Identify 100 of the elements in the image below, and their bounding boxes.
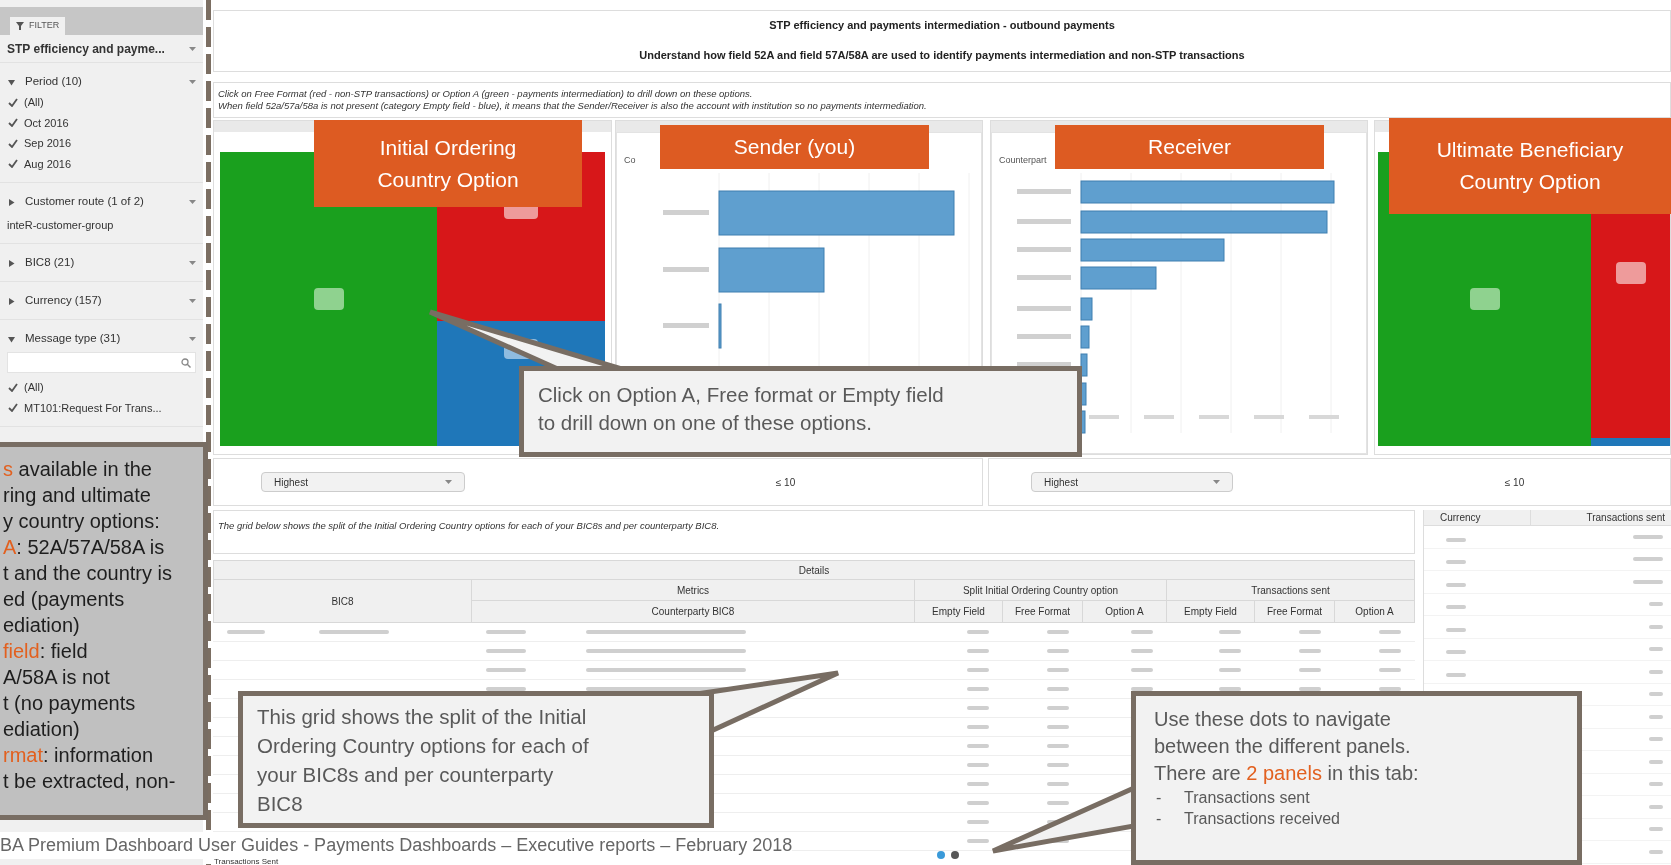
filter-title[interactable]: Period (10): [25, 73, 179, 91]
collapse-triangle-icon[interactable]: [8, 78, 15, 86]
blurred-text: [1379, 630, 1401, 634]
expand-triangle-icon[interactable]: [8, 297, 15, 305]
blurred-text: [313, 288, 344, 310]
blurred-label: [1199, 415, 1229, 419]
dropdown-caret-icon: [189, 299, 196, 303]
checkbox[interactable]: [7, 402, 18, 414]
chart-bar[interactable]: [718, 303, 722, 349]
blurred-text: [1219, 687, 1241, 691]
grid-info-box: The grid below shows the split of the Initial Ordering Country options for each of your BIC8s and per counterparty BIC8.: [213, 510, 1415, 554]
blurred-text: [1469, 288, 1500, 310]
report-subtitle: Understand how field 52A and field 57A/58A are used to identify payments intermediation and non-STP transactions: [639, 47, 1245, 63]
filter-title[interactable]: Customer route (1 of 2): [25, 193, 179, 211]
sort-dropdown[interactable]: Highest: [261, 472, 465, 492]
dropdown-caret-icon: [189, 337, 196, 341]
blurred-text: [967, 687, 989, 691]
blurred-text: [1047, 668, 1069, 672]
chart-bar[interactable]: [1080, 238, 1225, 262]
collapse-triangle-icon[interactable]: [8, 335, 15, 343]
blurred-text: [1047, 801, 1069, 805]
chart-bar[interactable]: [1080, 210, 1328, 234]
filter-option[interactable]: Sep 2016: [24, 135, 72, 152]
checkbox[interactable]: [7, 137, 18, 149]
filter-option[interactable]: Oct 2016: [24, 114, 69, 131]
blurred-text: [1047, 706, 1069, 710]
blurred-text: [227, 630, 265, 634]
column-header[interactable]: Free Format: [1003, 601, 1083, 623]
checkbox[interactable]: [7, 96, 18, 108]
panel-label-tooltip: Initial Ordering Country Option: [314, 120, 582, 207]
panel-title: Transactions Sent: [214, 856, 279, 865]
blurred-text: [967, 668, 989, 672]
footer-text: BA Premium Dashboard User Guides - Payments Dashboards – Executive reports – February 2018: [0, 832, 793, 859]
filter-tab[interactable]: FILTER: [10, 17, 66, 35]
blurred-text: [1047, 744, 1069, 748]
blurred-text: [1649, 602, 1663, 607]
blurred-text: [1446, 672, 1466, 677]
filter-option[interactable]: Aug 2016: [24, 155, 72, 172]
blurred-text: [967, 763, 989, 767]
filter-option[interactable]: MT101:Request For Trans...: [24, 399, 162, 416]
checkbox[interactable]: [7, 117, 18, 129]
blurred-text: [1649, 849, 1663, 854]
info-text: When field 52a/57a/58a is not present (category Empty field - blue), it means that the Sender/Receiver is also the account with institution so no payments intermediation.: [218, 100, 928, 112]
callout-list-item: Transactions received: [1184, 809, 1340, 829]
blurred-text: [1649, 692, 1663, 697]
column-header[interactable]: Transactions sent: [1531, 510, 1671, 526]
chart-bar[interactable]: [1080, 353, 1088, 377]
report-dropdown[interactable]: STP efficiency and payme...: [0, 35, 203, 63]
info-text: Click on Free Format (red - non-STP transactions) or Option A (green - payments intermediation) to drill down on these options.: [218, 88, 754, 100]
chart-bar[interactable]: [1080, 325, 1090, 349]
blurred-text: [1633, 557, 1663, 562]
dropdown-caret-icon: [445, 480, 452, 484]
filter-option[interactable]: (All): [24, 379, 44, 396]
column-header[interactable]: Currency: [1424, 510, 1531, 526]
blurred-text: [1615, 262, 1646, 284]
blurred-text: [1299, 668, 1321, 672]
column-header[interactable]: Empty Field: [915, 601, 1003, 623]
chart-bar[interactable]: [718, 190, 955, 236]
dropdown-caret-icon: [189, 261, 196, 265]
expand-triangle-icon[interactable]: [8, 198, 15, 206]
bullet-mark: -: [1156, 788, 1163, 808]
blurred-text: [967, 725, 989, 729]
chart-bar[interactable]: [1080, 266, 1157, 290]
filter-option[interactable]: (All): [24, 94, 44, 111]
chart-bar[interactable]: [718, 247, 825, 293]
treemap-tile[interactable]: [1591, 438, 1670, 446]
limit-value: ≤ 10: [774, 475, 797, 490]
blurred-label: [1017, 189, 1071, 194]
chart-bar[interactable]: [1080, 180, 1335, 204]
blurred-text: [967, 630, 989, 634]
column-header[interactable]: Free Format: [1255, 601, 1335, 623]
blurred-text: [486, 630, 526, 634]
blurred-text: [1219, 668, 1241, 672]
column-header[interactable]: Option A: [1083, 601, 1167, 623]
filter-title[interactable]: Currency (157): [25, 292, 179, 310]
blurred-text: [1131, 630, 1153, 634]
filter-title[interactable]: BIC8 (21): [25, 254, 179, 272]
blurred-text: [1446, 582, 1466, 587]
bullet-mark: -: [1156, 809, 1163, 829]
blurred-text: [1047, 649, 1069, 653]
blurred-text: [1446, 560, 1466, 565]
axis-label: Co: [624, 154, 636, 167]
column-header[interactable]: Empty Field: [1167, 601, 1255, 623]
expand-triangle-icon[interactable]: [8, 259, 15, 267]
column-header[interactable]: Option A: [1335, 601, 1415, 623]
checkbox[interactable]: [7, 381, 18, 393]
limit-value: ≤ 10: [1503, 475, 1526, 490]
filter-title[interactable]: Message type (31): [25, 330, 179, 348]
blurred-text: [1633, 579, 1663, 584]
blurred-label: [663, 210, 709, 215]
checkbox[interactable]: [7, 158, 18, 170]
column-header[interactable]: Counterparty BIC8: [472, 601, 915, 623]
blurred-text: [1131, 668, 1153, 672]
callout-text: Click on Option A, Free format or Empty field to drill down on one of these options.: [538, 382, 945, 436]
search-field[interactable]: [7, 352, 196, 373]
blurred-text: [486, 687, 526, 691]
blurred-text: [486, 668, 526, 672]
blurred-text: [1379, 649, 1401, 653]
sort-dropdown[interactable]: Highest: [1031, 472, 1233, 492]
chart-bar[interactable]: [1080, 297, 1093, 321]
